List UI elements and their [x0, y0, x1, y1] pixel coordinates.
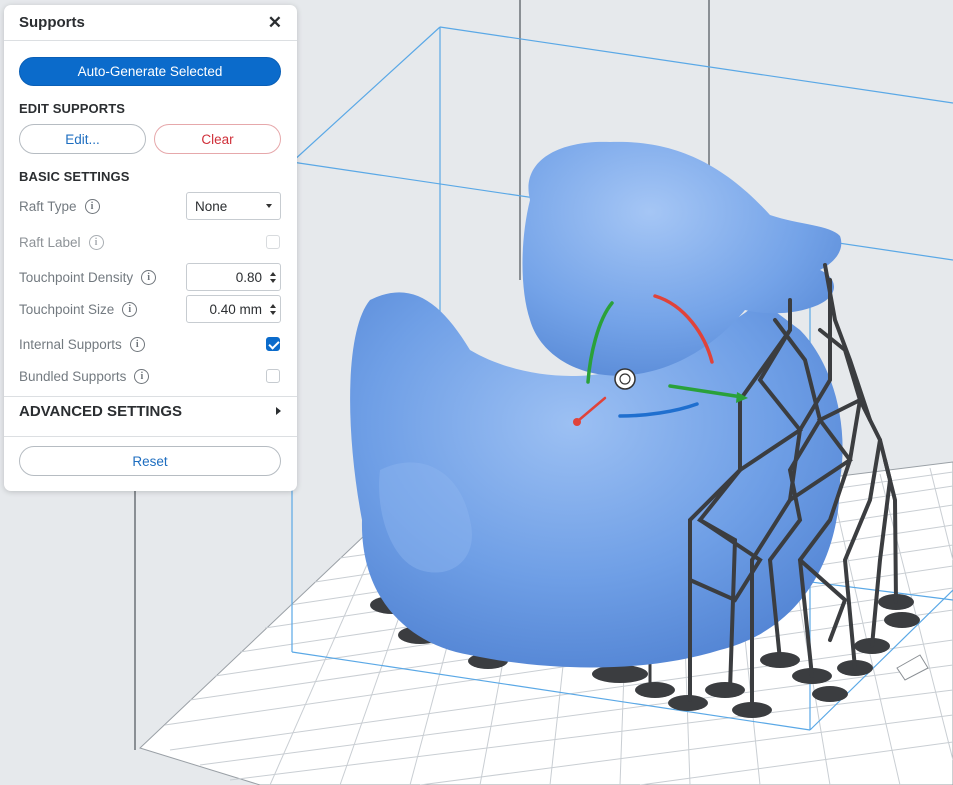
decrement-icon[interactable] — [270, 310, 276, 315]
increment-icon[interactable] — [270, 271, 276, 276]
supports-panel: Supports ✕ Auto-Generate Selected EDIT S… — [4, 5, 297, 491]
info-icon[interactable]: i — [129, 336, 145, 352]
info-icon[interactable]: i — [134, 368, 150, 384]
increment-icon[interactable] — [270, 303, 276, 308]
reset-button[interactable]: Reset — [19, 446, 281, 476]
edit-supports-heading: EDIT SUPPORTS — [19, 101, 126, 116]
touchpoint-density-label: Touchpoint Density — [19, 269, 134, 285]
chevron-down-icon — [266, 204, 272, 208]
bundled-supports-label: Bundled Supports — [19, 368, 127, 384]
touchpoint-size-value: 0.40 mm — [209, 301, 262, 317]
raft-label-row: Raft Label i — [19, 227, 281, 257]
divider — [4, 436, 297, 437]
raft-label-label: Raft Label — [19, 234, 81, 250]
raft-type-select[interactable]: None — [186, 192, 281, 220]
chevron-right-icon — [276, 407, 281, 415]
divider — [4, 396, 297, 397]
info-icon[interactable]: i — [122, 301, 138, 317]
raft-type-value: None — [195, 198, 228, 214]
info-icon[interactable]: i — [141, 269, 157, 285]
touchpoint-density-stepper[interactable]: 0.80 — [186, 263, 281, 291]
close-icon[interactable]: ✕ — [268, 14, 282, 31]
raft-type-label: Raft Type — [19, 198, 77, 214]
panel-title: Supports — [19, 14, 85, 31]
auto-generate-button[interactable]: Auto-Generate Selected — [19, 57, 281, 86]
basic-settings-heading: BASIC SETTINGS — [19, 169, 130, 184]
touchpoint-size-label: Touchpoint Size — [19, 301, 115, 317]
edit-supports-button[interactable]: Edit... — [19, 124, 146, 154]
info-icon[interactable]: i — [84, 198, 100, 214]
advanced-settings-heading: ADVANCED SETTINGS — [19, 402, 183, 420]
internal-supports-checkbox[interactable] — [266, 337, 280, 351]
raft-type-row: Raft Type i None — [19, 191, 281, 221]
touchpoint-size-stepper[interactable]: 0.40 mm — [186, 295, 281, 323]
touchpoint-size-row: Touchpoint Size i 0.40 mm — [19, 294, 281, 324]
raft-label-checkbox[interactable] — [266, 235, 280, 249]
internal-supports-row: Internal Supports i — [19, 329, 281, 359]
bundled-supports-row: Bundled Supports i — [19, 361, 281, 391]
internal-supports-label: Internal Supports — [19, 336, 122, 352]
touchpoint-density-value: 0.80 — [235, 269, 262, 285]
clear-supports-button[interactable]: Clear — [154, 124, 281, 154]
touchpoint-density-row: Touchpoint Density i 0.80 — [19, 262, 281, 292]
advanced-settings-toggle[interactable]: ADVANCED SETTINGS — [19, 401, 281, 421]
info-icon[interactable]: i — [88, 234, 104, 250]
decrement-icon[interactable] — [270, 278, 276, 283]
bundled-supports-checkbox[interactable] — [266, 369, 280, 383]
panel-header: Supports ✕ — [4, 5, 297, 41]
